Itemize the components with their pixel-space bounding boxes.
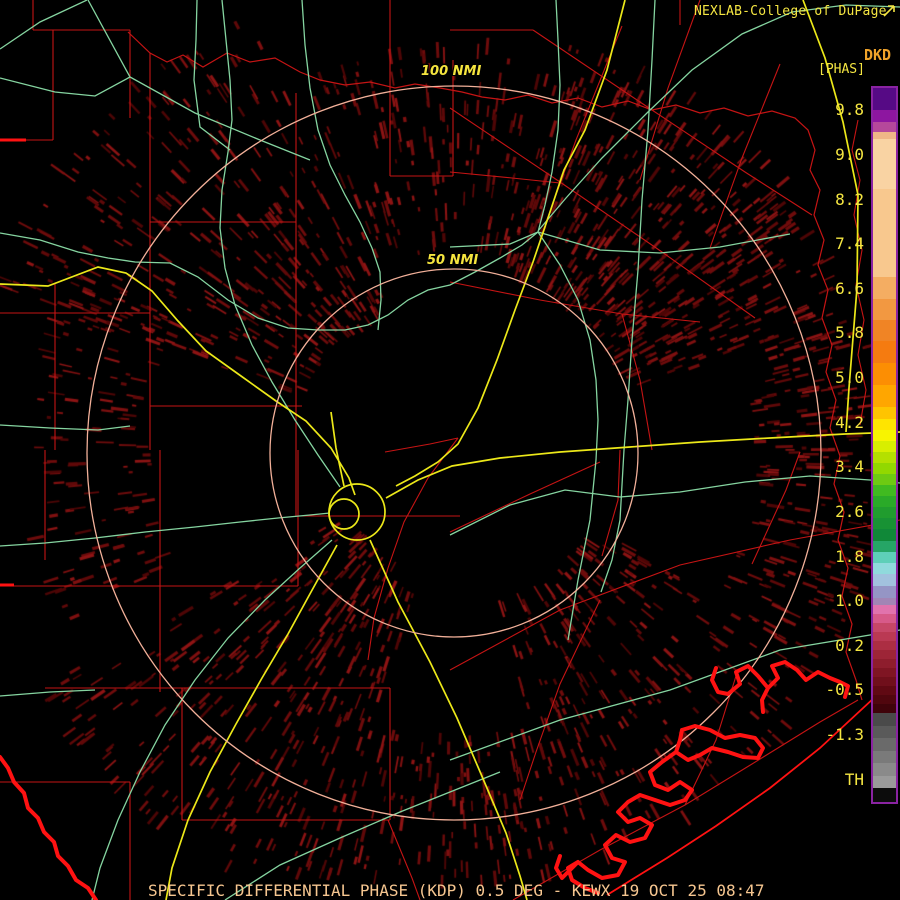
colorbar-band — [873, 319, 896, 341]
colorbar-band — [873, 110, 896, 123]
colorbar-band — [873, 614, 896, 624]
colorbar-band — [873, 776, 896, 789]
colorbar — [871, 86, 898, 804]
colorbar-tick-label: 4.2 — [835, 412, 864, 432]
units-label: [PHAS] — [818, 62, 865, 77]
colorbar-tick-label: 7.4 — [835, 234, 864, 254]
colorbar-tick-label: 1.0 — [835, 591, 864, 611]
colorbar-band — [873, 139, 896, 190]
county-boundaries — [0, 0, 900, 900]
green-roads-northeast — [449, 0, 900, 641]
colorbar-band — [873, 429, 896, 441]
colorbar-tick-label: 0.2 — [835, 635, 864, 655]
colorbar-band — [873, 440, 896, 452]
colorbar-band — [873, 462, 896, 474]
colorbar-band — [873, 623, 896, 633]
colorbar-band — [873, 451, 896, 463]
san-antonio-outer-loop — [328, 483, 386, 541]
colorbar-tick-label: 9.8 — [835, 100, 864, 120]
colorbar-tick-label: -1.3 — [825, 725, 864, 745]
colorbar-band — [873, 695, 896, 705]
colorbar-band — [873, 277, 896, 299]
colorbar-band — [873, 384, 896, 407]
colorbar-tick-label: 6.6 — [835, 278, 864, 298]
range-ring-label-50: 50 NMI — [427, 253, 479, 268]
colorbar-tick-label: 5.0 — [835, 368, 864, 388]
colorbar-band — [873, 362, 896, 385]
product-id-label: DKD — [864, 46, 892, 64]
rio-grande-river — [0, 755, 98, 900]
colorbar-band — [873, 418, 896, 430]
cod-logo-icon — [883, 5, 895, 17]
colorbar-band — [873, 122, 896, 133]
colorbar-band — [873, 586, 896, 599]
colorbar-band — [873, 540, 896, 552]
colorbar-tick-label: 2.6 — [835, 501, 864, 521]
colorbar-band — [873, 677, 896, 687]
colorbar-band — [873, 495, 896, 507]
colorbar-tick-label: 1.8 — [835, 546, 864, 566]
colorbar-band — [873, 605, 896, 615]
colorbar-band — [873, 517, 896, 529]
colorbar-bands — [873, 88, 896, 802]
colorbar-band — [873, 406, 896, 419]
colorbar-band — [873, 668, 896, 678]
colorbar-band — [873, 650, 896, 660]
interstates-yellow — [0, 0, 900, 900]
colorbar-band — [873, 751, 896, 764]
colorbar-band — [873, 563, 896, 575]
colorbar-band — [873, 641, 896, 651]
colorbar-tick-label: 5.8 — [835, 323, 864, 343]
colorbar-band — [873, 686, 896, 696]
colorbar-band — [873, 632, 896, 642]
interstate-lines — [0, 0, 900, 900]
product-title: SPECIFIC DIFFERENTIAL PHASE (KDP) 0.5 DE… — [148, 881, 765, 900]
colorbar-band — [873, 506, 896, 518]
range-ring-label-100: 100 NMI — [421, 64, 482, 79]
colorbar-band — [873, 726, 896, 739]
colorbar-tick-label: 9.0 — [835, 144, 864, 164]
colorbar-band — [873, 473, 896, 485]
colorbar-band — [873, 132, 896, 140]
range-ring-50nmi — [269, 268, 639, 638]
colorbar-band — [873, 484, 896, 496]
colorbar-tick-label: TH — [844, 769, 864, 789]
colorbar-band — [873, 298, 896, 320]
colorbar-band — [873, 763, 896, 777]
colorbar-tick-label: 3.4 — [835, 457, 864, 477]
colorbar-band — [873, 738, 896, 752]
colorbar-band — [873, 713, 896, 727]
radar-display: NEXLAB-College of DuPage DKD [PHAS] 9.8 9… — [0, 0, 900, 900]
colorbar-band — [873, 88, 896, 111]
colorbar-band — [873, 659, 896, 669]
brand-title: NEXLAB-College of DuPage — [694, 4, 887, 19]
colorbar-band — [873, 788, 896, 802]
colorbar-tick-label: 8.2 — [835, 189, 864, 209]
colorbar-band — [873, 340, 896, 363]
colorbar-band — [873, 704, 896, 714]
colorbar-band — [873, 598, 896, 606]
colorbar-band — [873, 189, 896, 278]
san-antonio-inner-loop — [328, 498, 360, 530]
colorbar-tick-label: -0.5 — [825, 680, 864, 700]
colorbar-band — [873, 528, 896, 541]
colorbar-band — [873, 551, 896, 563]
highways-green — [0, 0, 900, 900]
map-overlay — [0, 0, 900, 900]
colorbar-band — [873, 574, 896, 587]
